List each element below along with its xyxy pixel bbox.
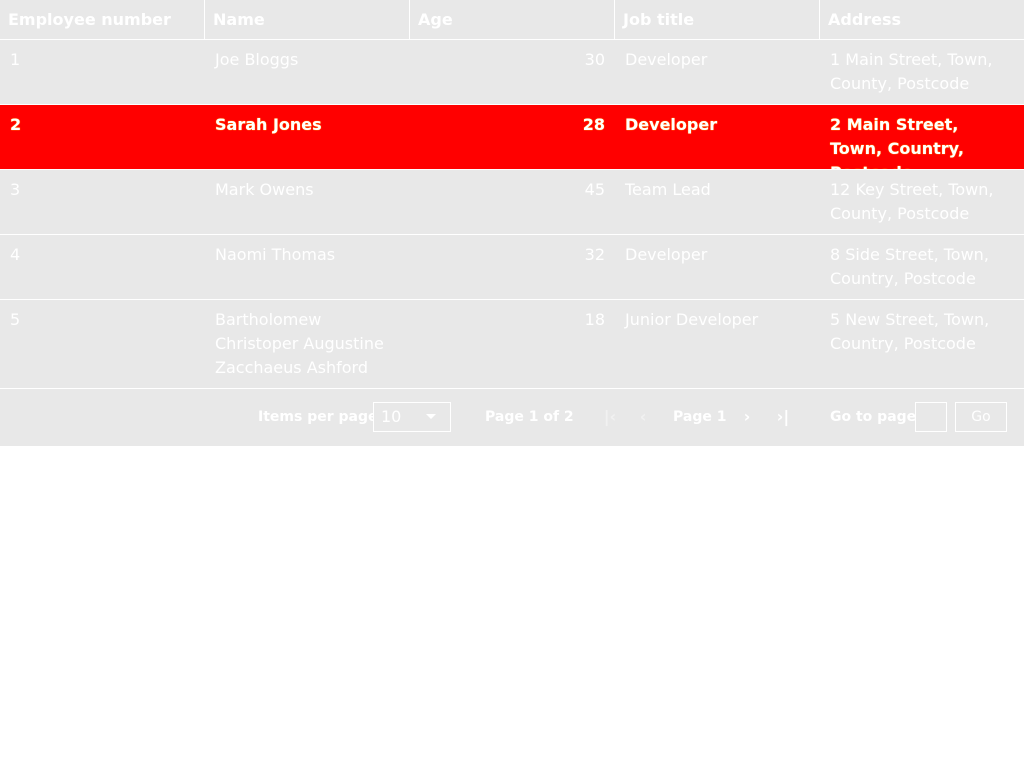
items-per-page-label: Items per page [258,409,378,425]
table-row[interactable]: 4 Naomi Thomas 32 Developer 8 Side Stree… [0,235,1024,300]
go-button[interactable]: Go [955,402,1007,432]
go-to-page-input[interactable] [915,402,947,432]
chevron-down-icon [426,414,436,419]
cell-age: 28 [582,115,605,134]
table-row-selected[interactable]: 2 Sarah Jones 28 Developer 2 Main Street… [0,105,1024,170]
grid-header-row: Employee number Name Age Job title Addre… [0,0,1024,40]
cell-name: Sarah Jones [215,115,322,134]
items-per-page-select[interactable]: 10 [373,402,451,432]
pagination-bar: Items per page 10 Page 1 of 2 |‹ ‹ Page … [0,389,1024,446]
cell-age: 18 [584,310,605,329]
column-header-employee-number[interactable]: Employee number [0,0,205,39]
last-page-icon[interactable]: ›| [768,402,798,432]
page-of-total-label: Page 1 of 2 [485,409,574,425]
cell-employee-number: 4 [10,245,21,264]
cell-age: 32 [584,245,605,264]
cell-address: 1 Main Street, Town, County, Postcode [830,50,993,93]
cell-job-title: Developer [625,115,718,134]
items-per-page-value: 10 [381,407,402,426]
cell-address: 8 Side Street, Town, Country, Postcode [830,245,989,288]
go-to-page-label: Go to page [830,409,917,425]
first-page-icon[interactable]: |‹ [595,402,625,432]
cell-job-title: Junior Developer [625,310,759,329]
cell-employee-number: 5 [10,310,21,329]
next-page-icon[interactable]: › [732,402,762,432]
cell-job-title: Developer [625,50,708,69]
table-row[interactable]: 3 Mark Owens 45 Team Lead 12 Key Street,… [0,170,1024,235]
cell-address: 12 Key Street, Town, County, Postcode [830,180,994,223]
column-header-address[interactable]: Address [820,0,1024,39]
cell-name: Mark Owens [215,180,314,199]
employee-grid: Employee number Name Age Job title Addre… [0,0,1024,446]
cell-name: Joe Bloggs [215,50,299,69]
table-row[interactable]: 5 Bartholomew Christoper Augustine Zacch… [0,300,1024,389]
cell-name: Naomi Thomas [215,245,336,264]
cell-address: 5 New Street, Town, Country, Postcode [830,310,990,353]
column-header-name[interactable]: Name [205,0,410,39]
cell-age: 45 [584,180,605,199]
previous-page-icon[interactable]: ‹ [628,402,658,432]
cell-name: Bartholomew Christoper Augustine Zacchae… [215,310,384,377]
cell-address: 2 Main Street, Town, Country, Postcode [830,115,964,169]
cell-employee-number: 1 [10,50,21,69]
cell-job-title: Developer [625,245,708,264]
table-row[interactable]: 1 Joe Bloggs 30 Developer 1 Main Street,… [0,40,1024,105]
cell-employee-number: 2 [10,115,22,134]
current-page-label: Page 1 [673,409,727,425]
cell-job-title: Team Lead [625,180,711,199]
column-header-job-title[interactable]: Job title [615,0,820,39]
cell-employee-number: 3 [10,180,21,199]
cell-age: 30 [584,50,605,69]
column-header-age[interactable]: Age [410,0,615,39]
